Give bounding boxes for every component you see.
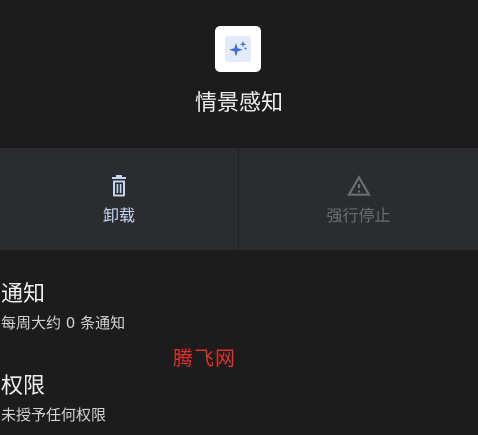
uninstall-label: 卸载: [102, 206, 135, 225]
permissions-summary: 未授予任何权限: [1, 406, 107, 424]
app-icon: [215, 26, 261, 72]
permissions-title: 权限: [1, 374, 46, 399]
uninstall-button[interactable]: 卸载: [0, 148, 238, 250]
force-stop-button[interactable]: 强行停止: [239, 148, 478, 250]
sparkle-icon: [225, 36, 251, 62]
notifications-preference[interactable]: 通知 每周大约 0 条通知: [0, 280, 478, 340]
warning-icon: [346, 173, 372, 199]
trash-icon: [106, 173, 132, 199]
app-name: 情景感知: [194, 91, 283, 116]
watermark-text: 腾飞网: [173, 346, 236, 370]
force-stop-label: 强行停止: [326, 206, 391, 225]
notifications-summary: 每周大约 0 条通知: [1, 314, 126, 332]
permissions-preference[interactable]: 权限 未授予任何权限: [0, 372, 478, 432]
action-bar: 卸载 强行停止: [0, 148, 478, 250]
app-info-screen: 情景感知 卸载 强行停止 通知 每周大约 0 条通知 腾飞网 权限 未授予任何权…: [0, 0, 478, 435]
notifications-title: 通知: [1, 282, 46, 307]
